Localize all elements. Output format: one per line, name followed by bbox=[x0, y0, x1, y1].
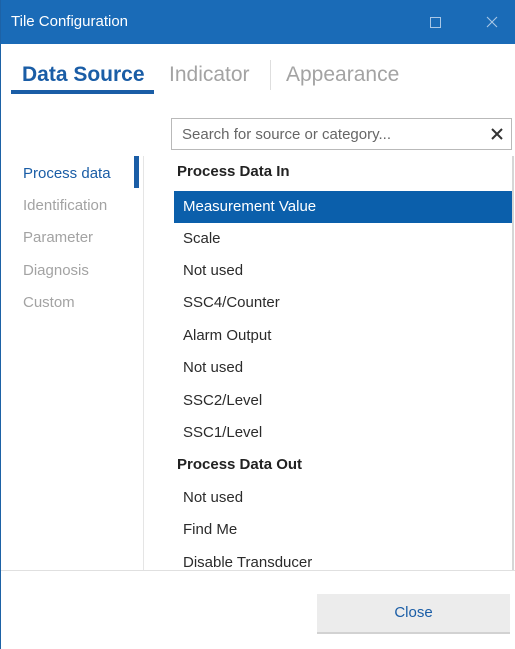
list-scrollbar[interactable] bbox=[512, 156, 514, 570]
list-item[interactable]: Scale bbox=[174, 223, 512, 255]
list-item[interactable]: Not used bbox=[174, 352, 512, 384]
window-title: Tile Configuration bbox=[11, 13, 129, 30]
close-button[interactable]: Close bbox=[317, 594, 510, 634]
list-item[interactable]: Not used bbox=[174, 482, 512, 514]
tab-bar: Data Source Indicator Appearance bbox=[1, 44, 515, 96]
maximize-button[interactable] bbox=[412, 0, 458, 44]
list-item[interactable]: SSC4/Counter bbox=[174, 287, 512, 319]
category-process-data[interactable]: Process data bbox=[23, 165, 111, 182]
source-list: Process Data In Measurement Value Scale … bbox=[174, 156, 514, 570]
maximize-icon bbox=[429, 16, 441, 28]
list-item[interactable]: Not used bbox=[174, 255, 512, 287]
tab-indicator[interactable]: Indicator bbox=[169, 60, 250, 90]
footer-divider bbox=[1, 570, 515, 571]
title-bar[interactable]: Tile Configuration bbox=[1, 0, 515, 44]
search-input[interactable] bbox=[172, 119, 472, 149]
close-icon bbox=[486, 16, 498, 28]
list-item[interactable]: Measurement Value bbox=[174, 191, 512, 223]
category-custom[interactable]: Custom bbox=[23, 294, 75, 311]
list-item[interactable]: SSC1/Level bbox=[174, 417, 512, 449]
category-diagnosis[interactable]: Diagnosis bbox=[23, 262, 89, 279]
category-identification[interactable]: Identification bbox=[23, 197, 107, 214]
list-item[interactable]: Disable Transducer bbox=[174, 547, 512, 570]
list-item[interactable]: Alarm Output bbox=[174, 320, 512, 352]
tab-divider bbox=[270, 60, 271, 90]
category-parameter[interactable]: Parameter bbox=[23, 229, 93, 246]
tile-configuration-dialog: Tile Configuration Data Source Indicator… bbox=[0, 0, 515, 649]
list-item[interactable]: SSC2/Level bbox=[174, 385, 512, 417]
active-category-indicator bbox=[134, 156, 139, 188]
tab-data-source[interactable]: Data Source bbox=[22, 60, 145, 90]
category-divider bbox=[143, 156, 144, 570]
group-header-process-data-in: Process Data In bbox=[177, 163, 290, 180]
window-close-button[interactable] bbox=[469, 0, 515, 44]
search-box bbox=[171, 118, 512, 150]
clear-search-icon[interactable] bbox=[489, 126, 505, 142]
tab-appearance[interactable]: Appearance bbox=[286, 60, 399, 90]
group-header-process-data-out: Process Data Out bbox=[177, 456, 303, 473]
active-tab-underline bbox=[11, 90, 154, 94]
list-item[interactable]: Find Me bbox=[174, 514, 512, 546]
